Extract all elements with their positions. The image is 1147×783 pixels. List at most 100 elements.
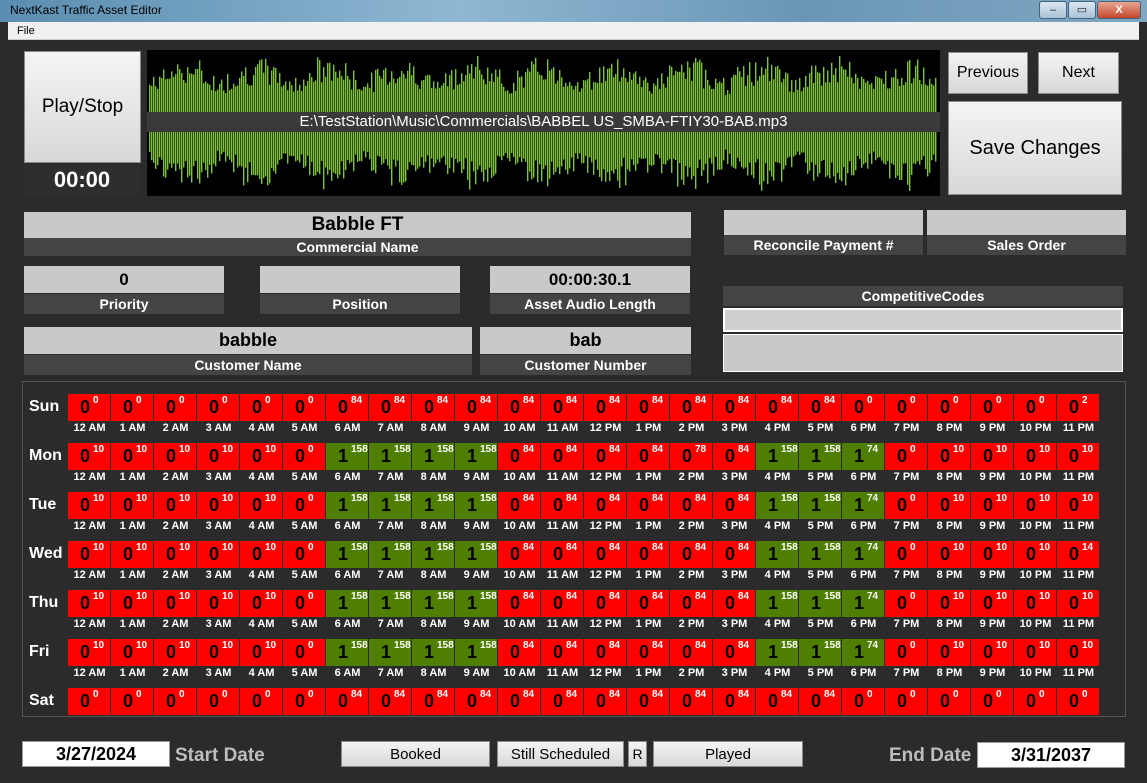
- hour-toggle[interactable]: 0 10: [928, 590, 971, 617]
- hour-toggle[interactable]: 0 10: [68, 443, 111, 470]
- hour-toggle[interactable]: 0 10: [154, 590, 197, 617]
- hour-toggle[interactable]: 00: [885, 639, 928, 666]
- hour-toggle[interactable]: 00: [971, 688, 1014, 715]
- hour-toggle[interactable]: 0 10: [111, 443, 154, 470]
- hour-toggle[interactable]: 0 10: [68, 639, 111, 666]
- hour-toggle[interactable]: 0 84: [541, 443, 584, 470]
- hour-toggle[interactable]: 0 10: [1057, 492, 1100, 519]
- hour-toggle[interactable]: 0 10: [1014, 590, 1057, 617]
- hour-toggle[interactable]: 0 84: [498, 639, 541, 666]
- hour-toggle[interactable]: 0 84: [584, 443, 627, 470]
- start-date-input[interactable]: 3/27/2024: [22, 741, 170, 767]
- hour-toggle[interactable]: 0 84: [799, 688, 842, 715]
- hour-toggle[interactable]: 1 74: [842, 492, 885, 519]
- hour-toggle[interactable]: 1 158: [799, 492, 842, 519]
- hour-toggle[interactable]: 0 84: [498, 688, 541, 715]
- competitive-codes-input[interactable]: [723, 308, 1123, 332]
- hour-toggle[interactable]: 00: [283, 541, 326, 568]
- hour-toggle[interactable]: 0 10: [240, 590, 283, 617]
- hour-toggle[interactable]: 0 10: [154, 541, 197, 568]
- hour-toggle[interactable]: 0 84: [670, 541, 713, 568]
- hour-toggle[interactable]: 0 84: [498, 492, 541, 519]
- hour-toggle[interactable]: 00: [885, 688, 928, 715]
- hour-toggle[interactable]: 0 10: [154, 492, 197, 519]
- hour-toggle[interactable]: 0 10: [971, 541, 1014, 568]
- hour-toggle[interactable]: 0 84: [541, 541, 584, 568]
- hour-toggle[interactable]: 0 10: [197, 590, 240, 617]
- hour-toggle[interactable]: 0 10: [971, 639, 1014, 666]
- hour-toggle[interactable]: 0 10: [1057, 590, 1100, 617]
- hour-cell[interactable]: 00: [111, 688, 154, 734]
- hour-toggle[interactable]: 00: [154, 688, 197, 715]
- hour-toggle[interactable]: 1 158: [412, 492, 455, 519]
- end-date-input[interactable]: 3/31/2037: [977, 742, 1125, 768]
- hour-cell[interactable]: 00: [283, 688, 326, 734]
- hour-cell[interactable]: 00: [240, 688, 283, 734]
- hour-cell[interactable]: 0 84: [412, 688, 455, 734]
- hour-toggle[interactable]: 00: [283, 492, 326, 519]
- position-input[interactable]: [260, 266, 460, 293]
- hour-toggle[interactable]: 0 84: [627, 639, 670, 666]
- hour-toggle[interactable]: 0 10: [971, 492, 1014, 519]
- hour-toggle[interactable]: 1 158: [455, 541, 498, 568]
- hour-toggle[interactable]: 0 84: [498, 590, 541, 617]
- hour-toggle[interactable]: 0 84: [670, 394, 713, 421]
- hour-toggle[interactable]: 0 10: [1014, 541, 1057, 568]
- hour-toggle[interactable]: 0 84: [412, 394, 455, 421]
- hour-cell[interactable]: 00: [68, 688, 111, 734]
- hour-toggle[interactable]: 1 158: [326, 639, 369, 666]
- hour-toggle[interactable]: 0 10: [197, 541, 240, 568]
- hour-cell[interactable]: 0 84: [455, 688, 498, 734]
- booked-button[interactable]: Booked: [341, 741, 490, 767]
- hour-toggle[interactable]: 0 84: [713, 590, 756, 617]
- hour-toggle[interactable]: 0 84: [584, 492, 627, 519]
- hour-toggle[interactable]: 02: [1057, 394, 1100, 421]
- hour-toggle[interactable]: 0 84: [584, 590, 627, 617]
- hour-toggle[interactable]: 0 10: [1057, 639, 1100, 666]
- hour-toggle[interactable]: 00: [283, 688, 326, 715]
- maximize-button[interactable]: ▭: [1068, 1, 1096, 19]
- hour-toggle[interactable]: 0 84: [326, 688, 369, 715]
- hour-toggle[interactable]: 00: [971, 394, 1014, 421]
- hour-toggle[interactable]: 1 74: [842, 443, 885, 470]
- hour-toggle[interactable]: 0 84: [627, 492, 670, 519]
- hour-cell[interactable]: 0 84: [756, 688, 799, 734]
- hour-toggle[interactable]: 00: [111, 688, 154, 715]
- hour-toggle[interactable]: 1 74: [842, 590, 885, 617]
- hour-toggle[interactable]: 00: [885, 492, 928, 519]
- hour-toggle[interactable]: 0 84: [584, 639, 627, 666]
- hour-toggle[interactable]: 00: [928, 394, 971, 421]
- hour-toggle[interactable]: 0 84: [627, 394, 670, 421]
- hour-toggle[interactable]: 0 84: [756, 688, 799, 715]
- hour-toggle[interactable]: 0 10: [1014, 443, 1057, 470]
- save-changes-button[interactable]: Save Changes: [948, 101, 1122, 195]
- hour-toggle[interactable]: 1 158: [412, 541, 455, 568]
- hour-toggle[interactable]: 00: [842, 394, 885, 421]
- hour-toggle[interactable]: 0 84: [584, 541, 627, 568]
- hour-toggle[interactable]: 0 84: [498, 541, 541, 568]
- r-button[interactable]: R: [628, 741, 647, 767]
- hour-toggle[interactable]: 0 10: [928, 492, 971, 519]
- hour-toggle[interactable]: 00: [1014, 688, 1057, 715]
- hour-toggle[interactable]: 00: [240, 688, 283, 715]
- hour-toggle[interactable]: 1 158: [455, 590, 498, 617]
- hour-toggle[interactable]: 0 10: [197, 639, 240, 666]
- hour-toggle[interactable]: 1 158: [326, 541, 369, 568]
- hour-toggle[interactable]: 0 10: [111, 590, 154, 617]
- hour-toggle[interactable]: 0 10: [154, 443, 197, 470]
- hour-toggle[interactable]: 0 84: [541, 394, 584, 421]
- hour-toggle[interactable]: 0 84: [541, 590, 584, 617]
- hour-toggle[interactable]: 0 10: [971, 443, 1014, 470]
- previous-button[interactable]: Previous: [948, 52, 1028, 94]
- hour-toggle[interactable]: 1 158: [412, 590, 455, 617]
- hour-toggle[interactable]: 0 10: [240, 639, 283, 666]
- played-button[interactable]: Played: [653, 741, 803, 767]
- hour-toggle[interactable]: 0 10: [68, 492, 111, 519]
- hour-toggle[interactable]: 0 10: [197, 492, 240, 519]
- hour-toggle[interactable]: 00: [283, 394, 326, 421]
- hour-toggle[interactable]: 1 74: [842, 639, 885, 666]
- hour-toggle[interactable]: 00: [197, 394, 240, 421]
- hour-toggle[interactable]: 0 10: [111, 492, 154, 519]
- hour-toggle[interactable]: 0 84: [713, 394, 756, 421]
- hour-toggle[interactable]: 0 84: [498, 443, 541, 470]
